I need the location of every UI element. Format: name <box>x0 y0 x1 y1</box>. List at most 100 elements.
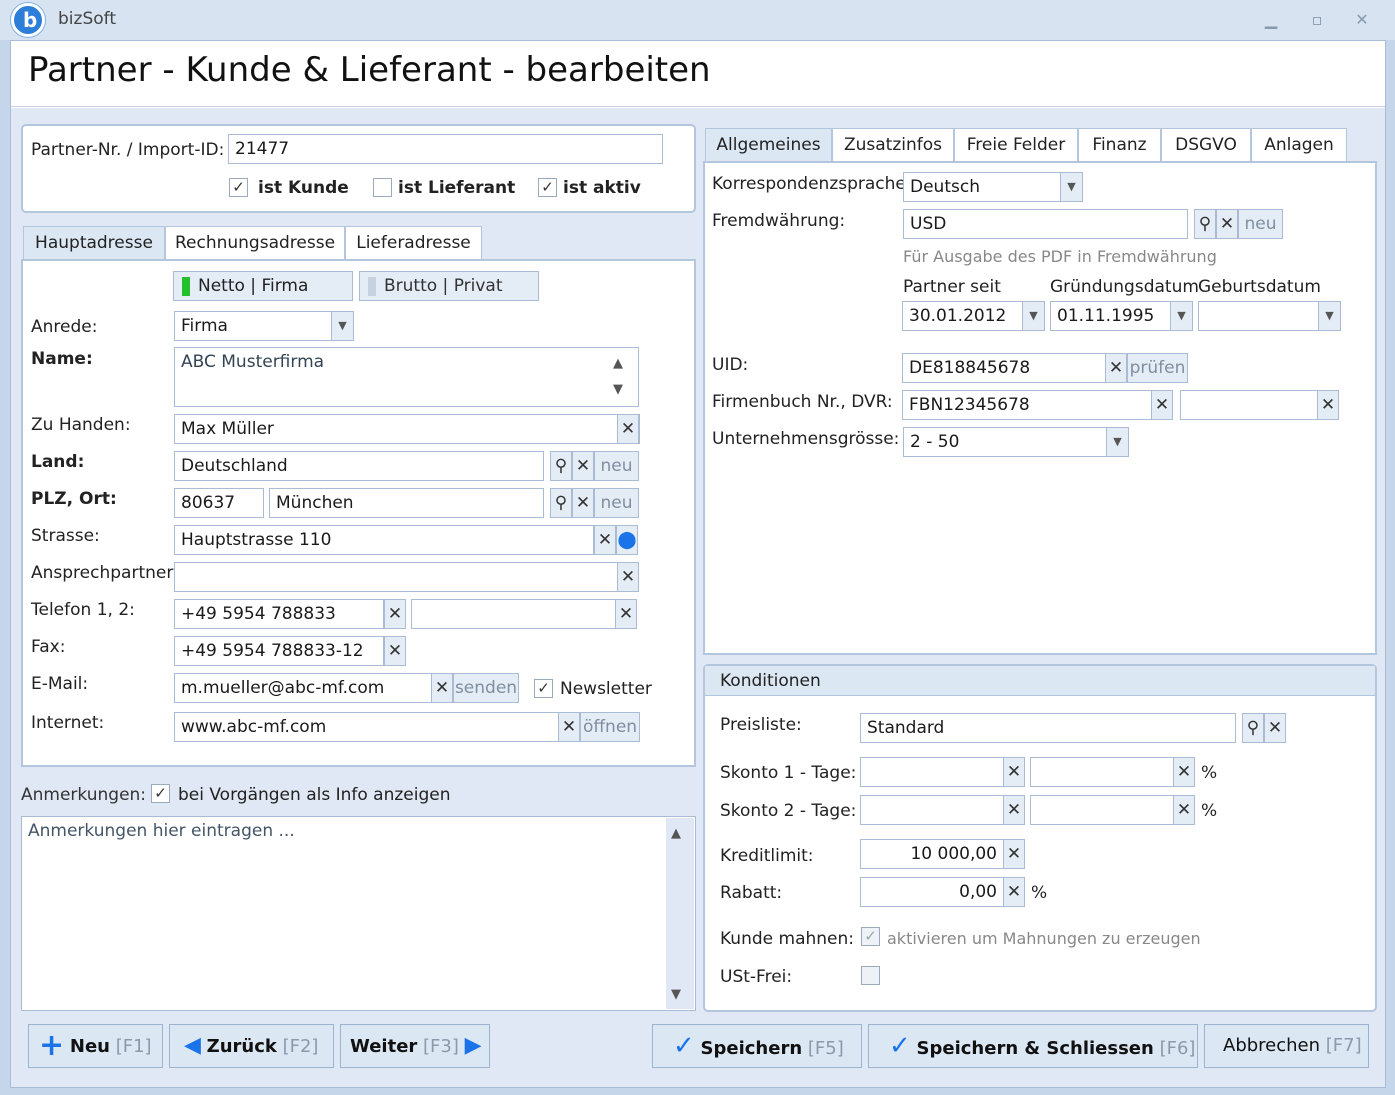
preisliste-input[interactable]: Standard <box>860 713 1236 743</box>
clear-waehrung-icon[interactable]: ✕ <box>1216 209 1238 239</box>
name-textarea[interactable]: ABC Musterfirma <box>174 347 639 407</box>
ust-frei-checkbox[interactable] <box>861 966 880 985</box>
rabatt-input[interactable]: 0,00 <box>860 877 1004 907</box>
clear-firmenbuch-icon[interactable]: ✕ <box>1151 390 1173 420</box>
korrespondenzsprache-select[interactable]: Deutsch ▼ <box>903 172 1083 202</box>
anmerkungen-textarea[interactable]: Anmerkungen hier eintragen ... <box>21 816 696 1011</box>
anmerkungen-scrollbar[interactable] <box>666 818 694 1009</box>
internet-input[interactable]: www.abc-mf.com <box>174 712 559 742</box>
info-anzeigen-checkbox[interactable]: ✓ <box>151 784 170 803</box>
clear-internet-icon[interactable]: ✕ <box>558 712 580 742</box>
clear-kreditlimit-icon[interactable]: ✕ <box>1003 839 1025 869</box>
search-waehrung-icon[interactable]: ⚲ <box>1194 209 1216 239</box>
clear-telefon2-icon[interactable]: ✕ <box>615 599 637 629</box>
partner-nr-input[interactable]: 21477 <box>228 134 663 164</box>
tab-rechnungsadresse[interactable]: Rechnungsadresse <box>165 226 345 260</box>
tab-finanz[interactable]: Finanz <box>1078 128 1161 162</box>
geburtsdatum-input[interactable]: ▼ <box>1198 301 1341 331</box>
zurueck-button[interactable]: ◀ Zurück [F2] <box>169 1024 334 1068</box>
uid-input[interactable]: DE818845678 <box>902 353 1106 383</box>
dvr-input[interactable] <box>1180 390 1318 420</box>
maximize-icon[interactable]: ▫ <box>1305 10 1329 32</box>
clear-strasse-icon[interactable]: ✕ <box>594 525 616 555</box>
tab-allgemeines[interactable]: Allgemeines <box>705 128 832 162</box>
kunde-mahnen-checkbox[interactable]: ✓ <box>861 927 880 946</box>
search-land-icon[interactable]: ⚲ <box>550 451 572 481</box>
clear-telefon1-icon[interactable]: ✕ <box>384 599 406 629</box>
plz-input[interactable]: 80637 <box>174 488 264 518</box>
telefon2-input[interactable] <box>411 599 616 629</box>
ort-input[interactable]: München <box>269 488 544 518</box>
newsletter-checkbox[interactable]: ✓ <box>534 679 553 698</box>
brutto-privat-button[interactable]: Brutto | Privat <box>359 271 539 301</box>
partner-seit-input[interactable]: 30.01.2012 ▼ <box>902 301 1045 331</box>
ist-lieferant-checkbox[interactable] <box>373 178 392 197</box>
scroll-up-icon[interactable]: ▲ <box>613 356 623 371</box>
ansprechpartner-input[interactable] <box>174 562 618 592</box>
chevron-down-icon[interactable]: ▼ <box>1318 302 1340 330</box>
ist-kunde-checkbox[interactable]: ✓ <box>229 178 248 197</box>
uid-pruefen-button[interactable]: prüfen <box>1127 353 1188 383</box>
clear-skonto2-prozent-icon[interactable]: ✕ <box>1173 795 1195 825</box>
anrede-select[interactable]: Firma ▼ <box>174 311 354 341</box>
close-window-icon[interactable]: ✕ <box>1350 10 1374 32</box>
search-preisliste-icon[interactable]: ⚲ <box>1242 713 1264 743</box>
clear-uid-icon[interactable]: ✕ <box>1105 353 1127 383</box>
clear-ansprechpartner-icon[interactable]: ✕ <box>617 562 639 592</box>
email-input[interactable]: m.mueller@abc-mf.com <box>174 673 432 703</box>
map-pin-icon[interactable]: ⬤ <box>616 525 638 555</box>
clear-preisliste-icon[interactable]: ✕ <box>1264 713 1286 743</box>
clear-land-icon[interactable]: ✕ <box>572 451 594 481</box>
tab-anlagen[interactable]: Anlagen <box>1251 128 1347 162</box>
search-ort-icon[interactable]: ⚲ <box>550 488 572 518</box>
chevron-down-icon[interactable]: ▼ <box>331 312 353 340</box>
tab-hauptadresse[interactable]: Hauptadresse <box>23 226 165 260</box>
scroll-down-icon[interactable]: ▼ <box>613 382 623 397</box>
clear-dvr-icon[interactable]: ✕ <box>1317 390 1339 420</box>
land-input[interactable]: Deutschland <box>174 451 544 481</box>
waehrung-neu-button[interactable]: neu <box>1238 209 1283 239</box>
clear-email-icon[interactable]: ✕ <box>431 673 453 703</box>
chevron-down-icon[interactable]: ▼ <box>1170 302 1192 330</box>
ort-neu-button[interactable]: neu <box>594 488 639 518</box>
skonto1-prozent-input[interactable] <box>1030 757 1174 787</box>
tab-zusatzinfos[interactable]: Zusatzinfos <box>832 128 954 162</box>
ist-aktiv-checkbox[interactable]: ✓ <box>538 178 557 197</box>
minimize-icon[interactable]: ▁ <box>1259 10 1283 32</box>
clear-rabatt-icon[interactable]: ✕ <box>1003 877 1025 907</box>
netto-firma-button[interactable]: Netto | Firma <box>173 271 353 301</box>
chevron-down-icon[interactable]: ▼ <box>1022 302 1044 330</box>
internet-oeffnen-button[interactable]: öffnen <box>580 712 640 742</box>
unternehmensgroesse-select[interactable]: 2 - 50 ▼ <box>903 427 1129 457</box>
scroll-up-icon[interactable]: ▲ <box>671 826 681 841</box>
fax-input[interactable]: +49 5954 788833-12 <box>174 636 384 666</box>
speichern-schliessen-button[interactable]: ✓ Speichern & Schliessen [F6] <box>868 1024 1198 1068</box>
chevron-down-icon[interactable]: ▼ <box>1060 173 1082 201</box>
gruendungsdatum-input[interactable]: 01.11.1995 ▼ <box>1050 301 1193 331</box>
strasse-input[interactable]: Hauptstrasse 110 <box>174 525 594 555</box>
email-senden-button[interactable]: senden <box>453 673 519 703</box>
chevron-down-icon[interactable]: ▼ <box>1106 428 1128 456</box>
clear-zuhanden-icon[interactable]: ✕ <box>617 414 639 444</box>
tab-lieferadresse[interactable]: Lieferadresse <box>345 226 482 260</box>
weiter-button[interactable]: Weiter [F3] ▶ <box>340 1024 490 1068</box>
kreditlimit-input[interactable]: 10 000,00 <box>860 839 1004 869</box>
telefon1-input[interactable]: +49 5954 788833 <box>174 599 384 629</box>
zuhanden-input[interactable]: Max Müller <box>174 414 640 444</box>
clear-ort-icon[interactable]: ✕ <box>572 488 594 518</box>
tab-dsgvo[interactable]: DSGVO <box>1161 128 1251 162</box>
clear-skonto2-tage-icon[interactable]: ✕ <box>1003 795 1025 825</box>
scroll-down-icon[interactable]: ▼ <box>671 987 681 1002</box>
firmenbuch-input[interactable]: FBN12345678 <box>902 390 1152 420</box>
clear-skonto1-tage-icon[interactable]: ✕ <box>1003 757 1025 787</box>
speichern-button[interactable]: ✓ Speichern [F5] <box>652 1024 862 1068</box>
land-neu-button[interactable]: neu <box>594 451 639 481</box>
skonto2-prozent-input[interactable] <box>1030 795 1174 825</box>
clear-skonto1-prozent-icon[interactable]: ✕ <box>1173 757 1195 787</box>
neu-button[interactable]: + Neu [F1] <box>28 1024 163 1068</box>
clear-fax-icon[interactable]: ✕ <box>384 636 406 666</box>
tab-freie-felder[interactable]: Freie Felder <box>954 128 1078 162</box>
fremdwaehrung-input[interactable]: USD <box>903 209 1188 239</box>
skonto1-tage-input[interactable] <box>860 757 1004 787</box>
abbrechen-button[interactable]: Abbrechen [F7] <box>1204 1024 1369 1068</box>
